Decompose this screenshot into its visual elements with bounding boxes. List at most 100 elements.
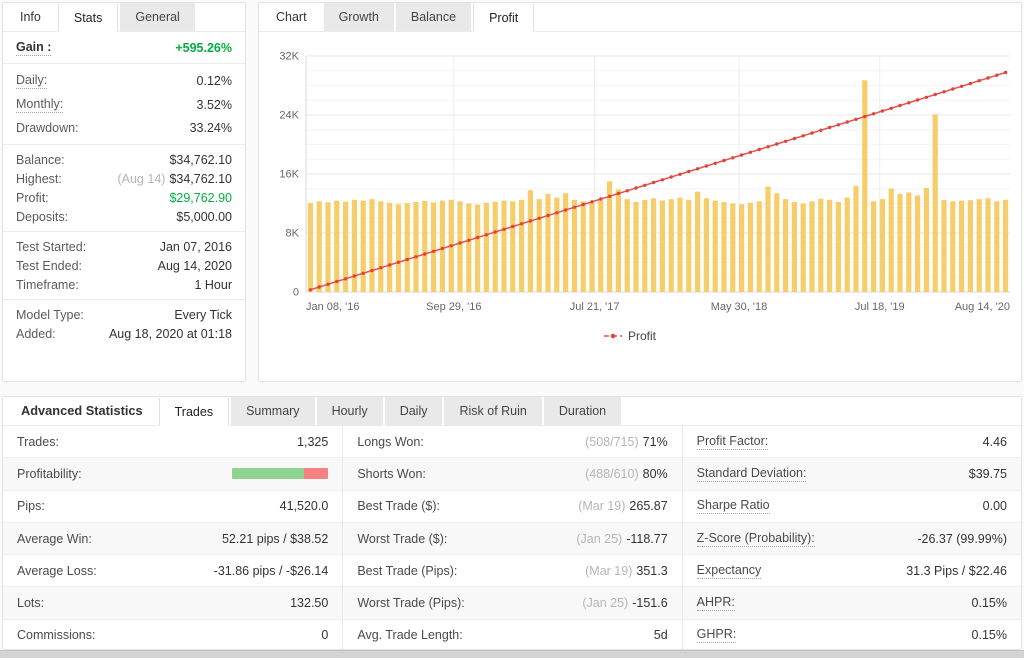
info-row-timeframe: Timeframe:1 Hour bbox=[3, 275, 245, 294]
horizontal-scrollbar[interactable] bbox=[0, 650, 1024, 658]
value-text: 4.46 bbox=[983, 435, 1007, 449]
info-row-monthly: Monthly:3.52% bbox=[3, 93, 245, 117]
stat-label[interactable]: Sharpe Ratio bbox=[697, 498, 770, 514]
stat-value: 5d bbox=[654, 628, 668, 642]
value-text: 80% bbox=[643, 467, 668, 481]
info-stats-list: Gain :+595.26%Daily:0.12%Monthly:3.52%Dr… bbox=[3, 32, 245, 348]
stats-tab-strip: Advanced Statistics TradesSummaryHourlyD… bbox=[3, 397, 1021, 426]
value-text: $39.75 bbox=[969, 467, 1007, 481]
value-text: 52.21 pips / $38.52 bbox=[222, 532, 328, 546]
stat-label: Pips: bbox=[17, 499, 45, 513]
stat-row-sharpe-ratio: Sharpe Ratio 0.00 bbox=[683, 491, 1021, 523]
stats-column-2: Longs Won:(508/715)71%Shorts Won:(488/61… bbox=[342, 426, 681, 650]
value-text: 0.15% bbox=[972, 628, 1007, 642]
stat-value: (508/715) 71% bbox=[585, 435, 668, 449]
profit-chart-svg: 08K16K24K32KJan 08, '16Sep 29, '16Jul 21… bbox=[259, 32, 1021, 380]
stat-row-profit-factor: Profit Factor: 4.46 bbox=[683, 426, 1021, 458]
value-text: 1,325 bbox=[297, 435, 328, 449]
stat-row-worst-trade: Worst Trade ($):(Jan 25)-118.77 bbox=[343, 523, 681, 555]
stat-row-standard-deviation: Standard Deviation: $39.75 bbox=[683, 458, 1021, 490]
info-group: Model Type:Every TickAdded:Aug 18, 2020 … bbox=[3, 299, 245, 348]
info-label: Timeframe: bbox=[16, 278, 79, 292]
tab-profit[interactable]: Profit bbox=[473, 4, 534, 32]
stat-value: 52.21 pips / $38.52 bbox=[222, 532, 328, 546]
tab-risk-of-ruin[interactable]: Risk of Ruin bbox=[444, 397, 541, 425]
value-text: $34,762.10 bbox=[169, 153, 232, 167]
value-text: 351.3 bbox=[636, 564, 667, 578]
info-row-balance: Balance:$34,762.10 bbox=[3, 150, 245, 169]
chart-tab-strip: ChartGrowthBalanceProfit bbox=[259, 3, 1021, 32]
info-row-deposits: Deposits:$5,000.00 bbox=[3, 207, 245, 226]
stat-value: (Jan 25)-118.77 bbox=[576, 532, 667, 546]
tab-trades[interactable]: Trades bbox=[159, 398, 229, 426]
x-axis-tick: Aug 14, '20 bbox=[955, 301, 1010, 313]
stat-row-average-loss: Average Loss:-31.86 pips / -$26.14 bbox=[3, 555, 342, 587]
tab-info[interactable]: Info bbox=[5, 3, 56, 31]
info-label: Added: bbox=[16, 327, 56, 341]
value-text: -31.86 pips / -$26.14 bbox=[214, 564, 329, 578]
x-axis-tick: Jul 21, '17 bbox=[570, 301, 620, 313]
value-text: 132.50 bbox=[290, 596, 328, 610]
info-tab-strip: InfoStatsGeneral bbox=[3, 3, 245, 32]
value-date-prefix: (Jan 25) bbox=[582, 596, 628, 610]
stat-label[interactable]: AHPR: bbox=[697, 595, 735, 611]
tab-balance[interactable]: Balance bbox=[396, 3, 471, 31]
stat-value: 1,325 bbox=[297, 435, 328, 449]
value-date-prefix: (Mar 19) bbox=[578, 499, 625, 513]
stat-value: 0.00 bbox=[983, 499, 1007, 513]
value-text: 0.15% bbox=[972, 596, 1007, 610]
value-text: 5d bbox=[654, 628, 668, 642]
tab-chart[interactable]: Chart bbox=[261, 3, 322, 31]
stat-row-commissions: Commissions:0 bbox=[3, 620, 342, 650]
chart-legend[interactable]: Profit bbox=[604, 329, 657, 343]
stat-row-trades: Trades: 1,325 bbox=[3, 426, 342, 458]
stat-value: (Mar 19)351.3 bbox=[585, 564, 668, 578]
stat-value: (Jan 25)-151.6 bbox=[582, 596, 667, 610]
value-date-prefix: (508/715) bbox=[585, 435, 639, 449]
info-row-test-ended: Test Ended: Aug 14, 2020 bbox=[3, 256, 245, 275]
tab-summary[interactable]: Summary bbox=[231, 397, 314, 425]
tab-general[interactable]: General bbox=[120, 3, 194, 31]
info-group: Daily:0.12%Monthly:3.52%Drawdown:33.24% bbox=[3, 63, 245, 144]
value-text: $34,762.10 bbox=[169, 172, 232, 186]
profitability-loss-segment bbox=[304, 468, 328, 479]
y-axis-tick: 0 bbox=[293, 287, 299, 299]
info-value: $29,762.90 bbox=[169, 191, 232, 205]
stat-row-expectancy: Expectancy31.3 Pips / $22.46 bbox=[683, 555, 1021, 587]
stat-label: Lots: bbox=[17, 596, 44, 610]
info-label[interactable]: Daily: bbox=[16, 73, 47, 89]
profit-bars bbox=[308, 80, 1008, 292]
info-row-daily: Daily:0.12% bbox=[3, 69, 245, 93]
stats-column-3: Profit Factor: 4.46 Standard Deviation: $39… bbox=[682, 426, 1021, 650]
stat-label[interactable]: GHPR: bbox=[697, 627, 737, 643]
info-label[interactable]: Gain : bbox=[16, 40, 51, 56]
info-row-highest: Highest:(Aug 14)$34,762.10 bbox=[3, 169, 245, 188]
stat-label[interactable]: Standard Deviation: bbox=[697, 466, 807, 482]
info-group: Gain :+595.26% bbox=[3, 32, 245, 63]
info-label: Test Ended: bbox=[16, 259, 82, 273]
info-group: Test Started:Jan 07, 2016Test Ended:Aug … bbox=[3, 231, 245, 299]
tab-stats[interactable]: Stats bbox=[58, 4, 119, 32]
stat-label[interactable]: Expectancy bbox=[697, 563, 762, 579]
info-row-profit: Profit:$29,762.90 bbox=[3, 188, 245, 207]
tab-duration[interactable]: Duration bbox=[544, 397, 621, 425]
stat-label[interactable]: Z-Score (Probability): bbox=[697, 531, 815, 547]
tab-daily[interactable]: Daily bbox=[385, 397, 443, 425]
stat-label[interactable]: Profit Factor: bbox=[697, 434, 769, 450]
stat-row-longs-won: Longs Won:(508/715)71% bbox=[343, 426, 681, 458]
stat-label: Best Trade (Pips): bbox=[357, 564, 457, 578]
x-axis-tick: May 30, '18 bbox=[711, 301, 768, 313]
value-text: 71% bbox=[643, 435, 668, 449]
tab-hourly[interactable]: Hourly bbox=[317, 397, 383, 425]
stat-value: (488/610)80% bbox=[585, 467, 668, 481]
tab-growth[interactable]: Growth bbox=[324, 3, 394, 31]
info-value: Jan 07, 2016 bbox=[160, 240, 232, 254]
stat-value: 0 bbox=[321, 628, 328, 642]
stat-row-profitability: Profitability: bbox=[3, 458, 342, 490]
info-label[interactable]: Monthly: bbox=[16, 97, 63, 113]
stat-row-best-trade-pips: Best Trade (Pips): (Mar 19)351.3 bbox=[343, 555, 681, 587]
advanced-statistics-panel: Advanced Statistics TradesSummaryHourlyD… bbox=[2, 396, 1022, 650]
stat-label: Trades: bbox=[17, 435, 59, 449]
info-value: Aug 14, 2020 bbox=[158, 259, 232, 273]
y-axis-tick: 32K bbox=[279, 51, 299, 63]
